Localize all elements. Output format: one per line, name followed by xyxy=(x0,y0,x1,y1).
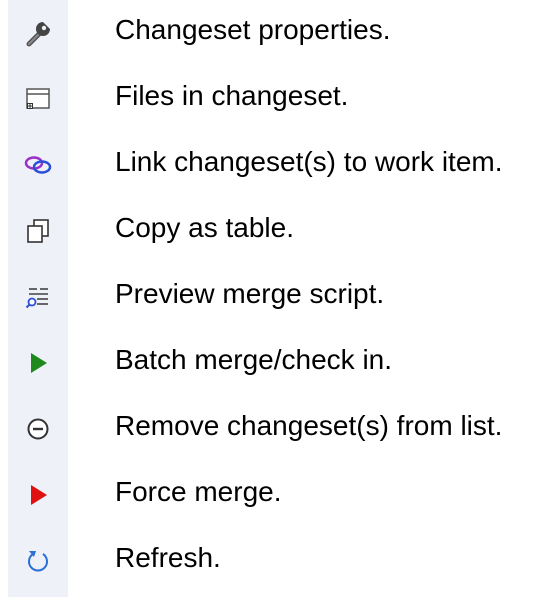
legend-item-copy-as-table: Copy as table. xyxy=(0,198,555,264)
legend-item-label: Copy as table. xyxy=(115,212,294,243)
legend-item-label: Preview merge script. xyxy=(115,278,385,309)
legend-item-label: Refresh. xyxy=(115,542,221,573)
legend-item-changeset-properties: Changeset properties. xyxy=(0,0,555,66)
preview-script-icon[interactable] xyxy=(8,264,68,330)
legend-item-label: Force merge. xyxy=(115,476,282,507)
link-icon[interactable] xyxy=(8,132,68,198)
legend-item-label: Files in changeset. xyxy=(115,80,349,111)
remove-circle-icon[interactable] xyxy=(8,396,68,462)
legend-item-files-in-changeset: Files in changeset. xyxy=(0,66,555,132)
legend-item-label: Remove changeset(s) from list. xyxy=(115,410,503,441)
legend-item-label: Batch merge/check in. xyxy=(115,344,393,375)
legend-item-remove-changesets: Remove changeset(s) from list. xyxy=(0,396,555,462)
legend-item-batch-merge: Batch merge/check in. xyxy=(0,330,555,396)
play-green-icon[interactable] xyxy=(8,330,68,396)
legend-item-refresh: Refresh. xyxy=(0,528,555,594)
legend-item-label: Changeset properties. xyxy=(115,14,391,45)
copy-icon[interactable] xyxy=(8,198,68,264)
window-files-icon[interactable] xyxy=(8,66,68,132)
wrench-icon[interactable] xyxy=(8,0,68,66)
toolbar-legend: Changeset properties. Files in changeset… xyxy=(0,0,555,597)
play-red-icon[interactable] xyxy=(8,462,68,528)
legend-item-force-merge: Force merge. xyxy=(0,462,555,528)
legend-item-link-to-work-item: Link changeset(s) to work item. xyxy=(0,132,555,198)
legend-item-label: Link changeset(s) to work item. xyxy=(115,146,503,177)
refresh-icon[interactable] xyxy=(8,528,68,594)
legend-item-preview-merge-script: Preview merge script. xyxy=(0,264,555,330)
